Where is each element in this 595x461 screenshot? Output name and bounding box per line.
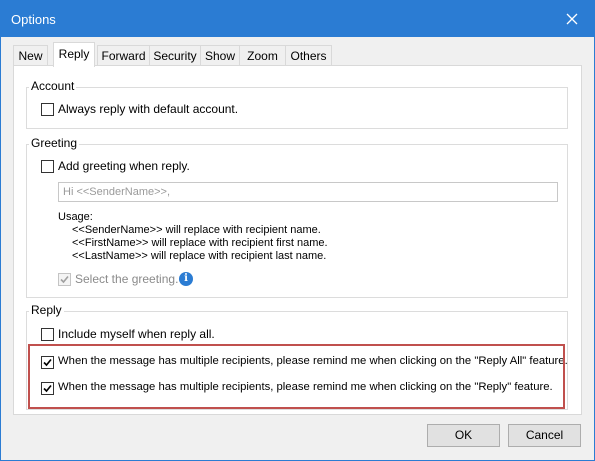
always-reply-default-label: Always reply with default account.	[58, 102, 239, 116]
add-greeting-label: Add greeting when reply.	[58, 159, 190, 173]
add-greeting-checkbox[interactable]	[41, 160, 54, 173]
tab-show[interactable]: Show	[200, 45, 240, 66]
account-group: Account Always reply with default accoun…	[26, 79, 568, 129]
tab-zoom[interactable]: Zoom	[239, 45, 286, 66]
include-myself-checkbox[interactable]	[41, 328, 54, 341]
close-button[interactable]	[550, 1, 594, 37]
ok-button[interactable]: OK	[427, 424, 500, 447]
title-bar: Options	[1, 1, 594, 37]
checkmark-icon	[60, 275, 69, 284]
include-myself-label: Include myself when reply all.	[58, 327, 215, 341]
select-greeting-checkbox[interactable]	[58, 273, 71, 286]
tab-new[interactable]: New	[13, 45, 48, 66]
options-dialog: Options New Reply Forward Security Show …	[0, 0, 595, 461]
window-title: Options	[11, 12, 56, 27]
select-greeting-label: Select the greeting.	[75, 272, 179, 286]
always-reply-default-checkbox[interactable]	[41, 103, 54, 116]
usage-line: <<LastName>> will replace with recipient…	[72, 250, 327, 262]
account-group-label: Account	[29, 79, 77, 93]
greeting-group-label: Greeting	[29, 136, 80, 150]
greeting-input[interactable]: Hi <<SenderName>>,	[58, 182, 558, 202]
cancel-button[interactable]: Cancel	[508, 424, 581, 447]
close-icon	[566, 13, 578, 25]
usage-title: Usage:	[58, 211, 93, 223]
reply-tab-panel: Account Always reply with default accoun…	[13, 65, 582, 415]
tab-forward[interactable]: Forward	[97, 45, 150, 66]
usage-line: <<FirstName>> will replace with recipien…	[72, 237, 328, 249]
tab-others[interactable]: Others	[285, 45, 332, 66]
greeting-group: Greeting Add greeting when reply. Hi <<S…	[26, 136, 568, 298]
tab-security[interactable]: Security	[149, 45, 201, 66]
usage-line: <<SenderName>> will replace with recipie…	[72, 224, 321, 236]
reply-group-label: Reply	[29, 303, 64, 317]
info-icon[interactable]: i	[179, 272, 193, 286]
highlight-box	[28, 344, 565, 409]
tab-reply[interactable]: Reply	[53, 42, 95, 67]
